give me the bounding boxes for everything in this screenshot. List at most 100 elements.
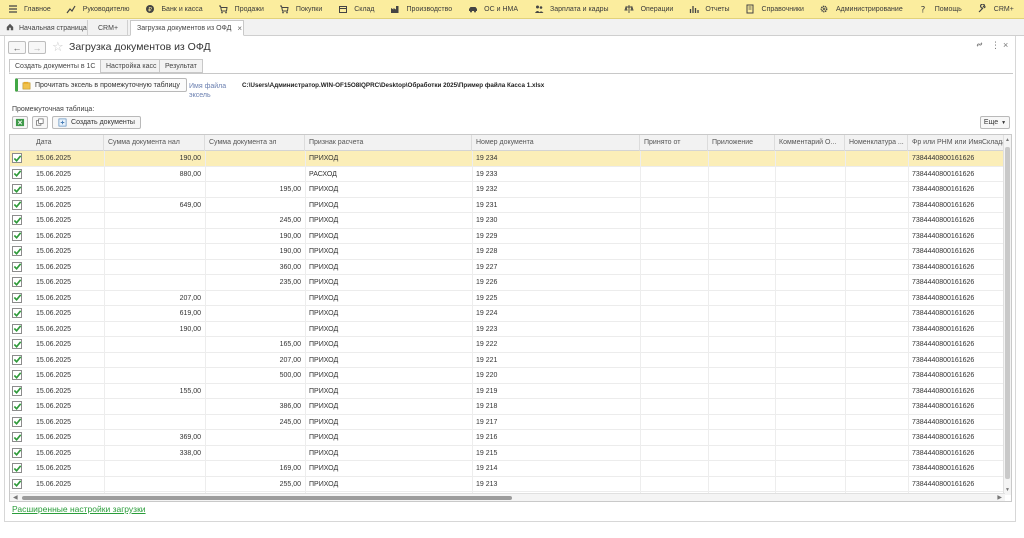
menu-item-0[interactable]: Главное (0, 0, 59, 19)
row-checkbox[interactable] (12, 432, 22, 442)
vertical-scroll-thumb[interactable] (1005, 147, 1010, 479)
close-icon[interactable]: × (1003, 40, 1008, 50)
column-header[interactable]: Признак расчета (305, 135, 472, 151)
row-checkbox[interactable] (12, 447, 22, 458)
table-row[interactable]: 15.06.2025 245,00 ПРИХОД 19 217 738444080016… (10, 415, 1005, 430)
link-icon[interactable] (975, 40, 984, 51)
cell-date: 15.06.2025 (36, 387, 72, 395)
table-row[interactable]: 15.06.2025 369,00 ПРИХОД 19 216 738444080016… (10, 430, 1005, 446)
row-checkbox[interactable] (12, 308, 22, 318)
table-row[interactable]: 15.06.2025 255,00 ПРИХОД 19 213 738444080016… (10, 477, 1005, 492)
table-row[interactable]: 15.06.2025 190,00 ПРИХОД 19 223 738444080016… (10, 322, 1005, 337)
row-checkbox[interactable] (12, 261, 22, 272)
row-checkbox[interactable] (12, 184, 22, 194)
menu-item-11[interactable]: Справочники (738, 0, 812, 19)
row-checkbox[interactable] (12, 323, 22, 334)
row-checkbox[interactable] (12, 416, 22, 427)
more-vert-icon[interactable]: ⋮ (991, 40, 1000, 51)
menu-item-9[interactable]: Операции (617, 0, 682, 19)
row-checkbox[interactable] (12, 168, 22, 179)
menu-item-7[interactable]: ОС и НМА (460, 0, 526, 19)
table-row[interactable]: 15.06.2025 338,00 ПРИХОД 19 215 738444080016… (10, 446, 1005, 461)
column-header[interactable]: Дата (32, 135, 104, 151)
favorite-star-icon[interactable]: ☆ (52, 39, 64, 55)
row-checkbox[interactable] (12, 199, 22, 210)
table-row[interactable]: 15.06.2025 207,00 ПРИХОД 19 225 738444080016… (10, 291, 1005, 306)
menu-item-6[interactable]: Производство (383, 0, 461, 19)
scroll-up-icon[interactable]: ▲ (1005, 137, 1010, 143)
menu-item-10[interactable]: Отчеты (681, 0, 737, 19)
table-row[interactable]: 15.06.2025 245,00 ПРИХОД 19 230 738444080016… (10, 213, 1005, 229)
forward-button[interactable]: → (28, 41, 46, 54)
row-checkbox[interactable] (12, 401, 22, 411)
menu-item-4[interactable]: Покупки (272, 0, 330, 19)
horizontal-scroll-thumb[interactable] (22, 496, 512, 500)
row-checkbox[interactable] (12, 215, 22, 225)
menu-item-label: Помощь (934, 5, 962, 13)
row-checkbox[interactable] (12, 292, 22, 303)
row-checkbox[interactable] (12, 246, 22, 256)
table-row[interactable]: 15.06.2025 880,00 РАСХОД 19 233 738444080016… (10, 167, 1005, 182)
table-row[interactable]: 15.06.2025 235,00 ПРИХОД 19 226 738444080016… (10, 275, 1005, 291)
row-checkbox[interactable] (12, 277, 22, 287)
back-button[interactable]: ← (8, 41, 26, 54)
table-row[interactable]: 15.06.2025 190,00 ПРИХОД 19 229 738444080016… (10, 229, 1005, 244)
row-checkbox[interactable] (12, 385, 22, 396)
copy-button[interactable] (32, 116, 48, 129)
tab-register-settings[interactable]: Настройка касс (100, 59, 163, 73)
file-path-value[interactable]: C:\Users\Администратор.WIN-OF15O8IQPRC\D… (242, 82, 544, 89)
scroll-left-icon[interactable]: ◀ (13, 494, 18, 501)
table-row[interactable]: 15.06.2025 619,00 ПРИХОД 19 224 738444080016… (10, 306, 1005, 322)
table-row[interactable]: 15.06.2025 207,00 ПРИХОД 19 221 738444080016… (10, 353, 1005, 368)
row-checkbox[interactable] (12, 370, 22, 380)
row-checkbox[interactable] (12, 354, 22, 365)
row-checkbox[interactable] (12, 463, 22, 473)
column-header[interactable]: Приложение (708, 135, 775, 151)
menu-item-2[interactable]: ₽ Банк и касса (137, 0, 210, 19)
row-checkbox[interactable] (12, 153, 22, 163)
table-row[interactable]: 15.06.2025 500,00 ПРИХОД 19 220 738444080016… (10, 368, 1005, 384)
table-row[interactable]: 15.06.2025 190,00 ПРИХОД 19 234 738444080016… (10, 151, 1005, 167)
scroll-right-icon[interactable]: ▶ (997, 494, 1002, 501)
column-header[interactable]: Сумма документа нал (104, 135, 205, 151)
excel-export-button[interactable] (12, 116, 28, 129)
row-checkbox[interactable] (12, 230, 22, 241)
table-row[interactable]: 15.06.2025 195,00 ПРИХОД 19 232 738444080016… (10, 182, 1005, 198)
table-row[interactable]: 15.06.2025 649,00 ПРИХОД 19 231 738444080016… (10, 198, 1005, 213)
row-checkbox[interactable] (12, 478, 22, 489)
more-actions-button[interactable]: Еще ▼ (980, 116, 1010, 129)
read-excel-button[interactable]: Прочитать эксель в промежуточную таблицу (15, 78, 187, 92)
table-row[interactable]: 15.06.2025 169,00 ПРИХОД 19 214 738444080016… (10, 461, 1005, 477)
row-checkbox[interactable] (12, 339, 22, 349)
tab-result[interactable]: Результат (159, 59, 203, 73)
horizontal-scrollbar[interactable]: ◀ ▶ (10, 493, 1005, 501)
column-header[interactable]: Номенклатура ... (845, 135, 908, 151)
tab-create-docs[interactable]: Создать документы в 1С (9, 59, 102, 73)
column-header[interactable]: Принято от (640, 135, 708, 151)
column-header[interactable]: Фр или РНМ или ИмяСклада (908, 135, 1005, 151)
column-header[interactable]: Комментарий О... (775, 135, 845, 151)
menu-item-12[interactable]: Администрирование (812, 0, 911, 19)
close-tab-icon[interactable]: × (237, 24, 242, 33)
menu-item-8[interactable]: Зарплата и кадры (526, 0, 617, 19)
menu-item-1[interactable]: Руководителю (59, 0, 138, 19)
tab-crm[interactable]: CRM+ (92, 20, 128, 36)
table-row[interactable]: 15.06.2025 165,00 ПРИХОД 19 222 738444080016… (10, 337, 1005, 353)
vertical-scrollbar[interactable]: ▲ ▼ (1003, 135, 1011, 495)
scroll-down-icon[interactable]: ▼ (1005, 487, 1010, 493)
cell-fr: 7384440800161626 (912, 372, 975, 379)
table-row[interactable]: 15.06.2025 386,00 ПРИХОД 19 218 738444080016… (10, 399, 1005, 415)
create-documents-button[interactable]: Создать документы (52, 116, 141, 129)
menu-item-14[interactable]: CRM+ (970, 0, 1022, 19)
menu-item-3[interactable]: Продажи (211, 0, 272, 19)
menu-item-5[interactable]: Склад (330, 0, 382, 19)
table-row[interactable]: 15.06.2025 360,00 ПРИХОД 19 227 738444080016… (10, 260, 1005, 275)
advanced-settings-link[interactable]: Расширенные настройки загрузки (12, 504, 146, 514)
table-row[interactable]: 15.06.2025 155,00 ПРИХОД 19 219 738444080016… (10, 384, 1005, 399)
column-header[interactable]: Номер документа (472, 135, 640, 151)
tab-home[interactable]: Начальная страница (0, 20, 88, 36)
menu-item-13[interactable]: ? Помощь (911, 0, 970, 19)
column-header[interactable]: Сумма документа эл (205, 135, 305, 151)
table-row[interactable]: 15.06.2025 190,00 ПРИХОД 19 228 738444080016… (10, 244, 1005, 260)
tab-current[interactable]: Загрузка документов из ОФД × (130, 20, 244, 36)
